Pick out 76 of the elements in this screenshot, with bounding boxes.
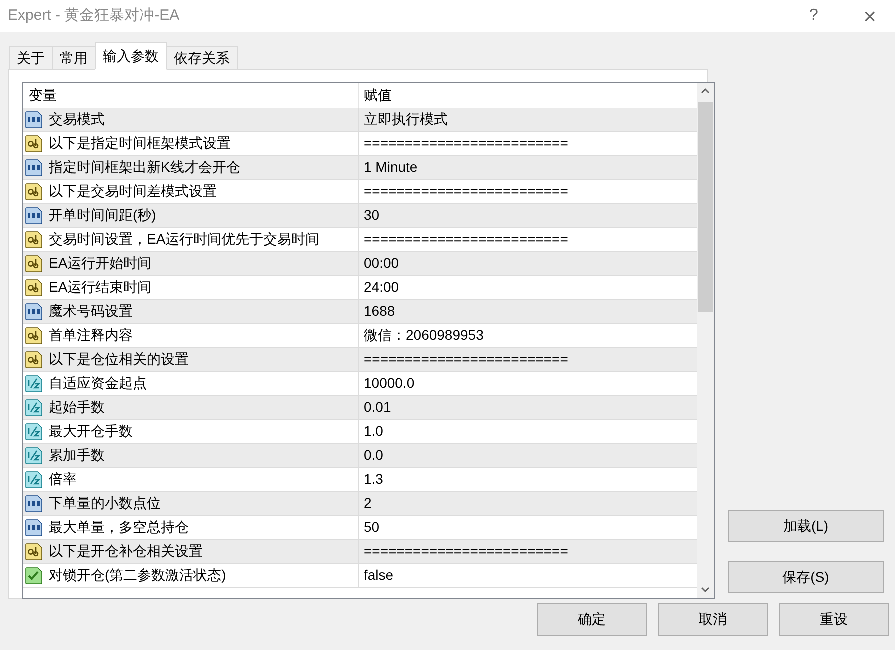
text-tag-icon <box>25 230 43 248</box>
window-title: Expert - 黄金狂暴对冲-EA <box>8 6 181 26</box>
parameter-name: 以下是开仓补仓相关设置 <box>49 542 203 561</box>
parameter-value[interactable]: ========================= <box>364 181 568 202</box>
help-button[interactable]: ? <box>789 0 839 32</box>
number-tag-icon <box>25 206 43 224</box>
parameter-value[interactable]: 1 Minute <box>364 157 418 178</box>
parameter-name: 自适应资金起点 <box>49 374 147 393</box>
tab[interactable]: 关于 <box>9 46 53 70</box>
fraction-tag-icon <box>25 470 43 488</box>
parameter-value[interactable]: 2 <box>364 493 372 514</box>
parameter-value[interactable]: 微信：2060989953 <box>364 325 484 346</box>
parameter-name: 最大开仓手数 <box>49 422 133 441</box>
parameter-name: 以下是仓位相关的设置 <box>49 350 189 369</box>
parameter-value[interactable]: ========================= <box>364 133 568 154</box>
tab[interactable]: 输入参数 <box>95 42 167 70</box>
text-tag-icon <box>25 182 43 200</box>
parameter-name: EA运行开始时间 <box>49 254 152 273</box>
parameter-value[interactable]: 10000.0 <box>364 373 415 394</box>
parameter-value[interactable]: ========================= <box>364 349 568 370</box>
parameter-value[interactable]: 50 <box>364 517 380 538</box>
parameter-name: 以下是指定时间框架模式设置 <box>49 134 231 153</box>
text-tag-icon <box>25 278 43 296</box>
side-button[interactable]: 加载(L) <box>728 510 884 542</box>
tab[interactable]: 依存关系 <box>166 46 238 70</box>
number-tag-icon <box>25 158 43 176</box>
text-tag-icon <box>25 542 43 560</box>
fraction-tag-icon <box>25 374 43 392</box>
parameter-value[interactable]: 30 <box>364 205 380 226</box>
parameter-name: EA运行结束时间 <box>49 278 152 297</box>
parameter-value[interactable]: 1.0 <box>364 421 384 442</box>
number-tag-icon <box>25 110 43 128</box>
check-tag-icon <box>25 566 43 584</box>
parameter-value[interactable]: 0.01 <box>364 397 392 418</box>
scrollbar-thumb[interactable] <box>698 102 713 312</box>
parameter-value[interactable]: false <box>364 565 394 586</box>
parameter-value[interactable]: 0.0 <box>364 445 384 466</box>
parameter-name: 开单时间间距(秒) <box>49 206 156 225</box>
text-tag-icon <box>25 254 43 272</box>
number-tag-icon <box>25 302 43 320</box>
parameter-value[interactable]: 1.3 <box>364 469 384 490</box>
text-tag-icon <box>25 134 43 152</box>
close-button[interactable]: × <box>845 0 895 32</box>
fraction-tag-icon <box>25 422 43 440</box>
parameter-value[interactable]: ========================= <box>364 541 568 562</box>
dialog-button[interactable]: 重设 <box>779 603 889 636</box>
parameter-name: 以下是交易时间差模式设置 <box>49 182 217 201</box>
scroll-up-icon[interactable] <box>701 88 710 94</box>
text-tag-icon <box>25 350 43 368</box>
parameter-name: 魔术号码设置 <box>49 302 133 321</box>
parameter-name: 首单注释内容 <box>49 326 133 345</box>
column-header[interactable]: 变量 <box>23 85 358 106</box>
parameter-name: 起始手数 <box>49 398 105 417</box>
parameter-name: 对锁开仓(第二参数激活状态) <box>49 566 226 585</box>
parameter-name: 指定时间框架出新K线才会开仓 <box>49 158 240 177</box>
parameter-value[interactable]: ========================= <box>364 229 568 250</box>
parameter-value[interactable]: 00:00 <box>364 253 400 274</box>
parameter-name: 累加手数 <box>49 446 105 465</box>
scroll-down-icon[interactable] <box>701 587 710 593</box>
fraction-tag-icon <box>25 398 43 416</box>
text-tag-icon <box>25 326 43 344</box>
parameter-value[interactable]: 立即执行模式 <box>364 109 448 130</box>
parameter-name: 交易时间设置，EA运行时间优先于交易时间 <box>49 230 320 249</box>
parameter-name: 倍率 <box>49 470 77 489</box>
parameter-name: 下单量的小数点位 <box>49 494 161 513</box>
parameter-value[interactable]: 24:00 <box>364 277 400 298</box>
side-button[interactable]: 保存(S) <box>728 561 884 593</box>
parameter-value[interactable]: 1688 <box>364 301 396 322</box>
parameter-name: 最大单量，多空总持仓 <box>49 518 189 537</box>
fraction-tag-icon <box>25 446 43 464</box>
number-tag-icon <box>25 518 43 536</box>
scrollbar[interactable] <box>697 83 714 598</box>
dialog-button[interactable]: 取消 <box>658 603 768 636</box>
parameter-name: 交易模式 <box>49 110 105 129</box>
number-tag-icon <box>25 494 43 512</box>
dialog-button[interactable]: 确定 <box>537 603 647 636</box>
